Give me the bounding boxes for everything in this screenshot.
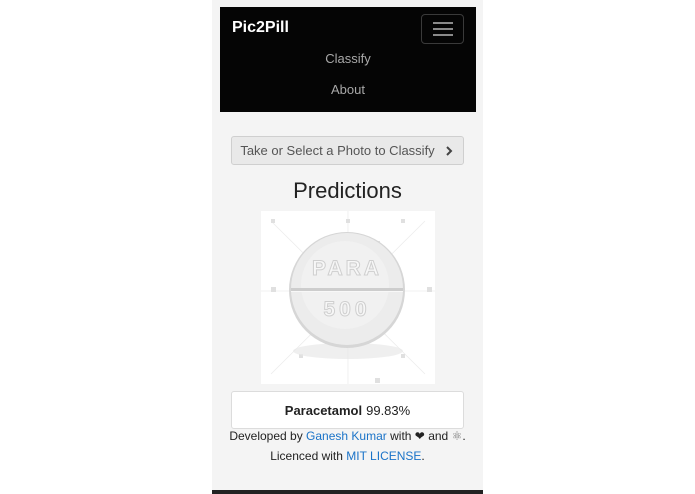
footer-and: and [428,429,449,443]
pill-photo: PARA 500 [261,211,435,384]
footer-license: Licenced with MIT LICENSE. [212,449,483,463]
prediction-result: Paracetamol 99.83% [231,391,464,429]
react-icon: ⚛ [451,429,463,443]
hamburger-icon-bar [432,28,453,30]
footer-credits: Developed by Ganesh Kumar with ❤ and ⚛. [212,429,483,443]
heart-icon: ❤ [414,429,425,443]
navbar-brand[interactable]: Pic2Pill [232,19,289,37]
author-link[interactable]: Ganesh Kumar [306,429,387,443]
bottom-bar [212,490,483,494]
prediction-confidence: 99.83% [366,402,411,418]
predictions-heading: Predictions [293,178,402,203]
footer-with: with [390,429,412,443]
hamburger-icon-bar [432,34,453,36]
pill-imprint-top: PARA [312,257,382,280]
hamburger-icon-bar [432,22,453,24]
app-page: Pic2Pill Classify About Take or Select a… [212,0,483,494]
license-link[interactable]: MIT LICENSE [346,449,421,463]
select-photo-label: Take or Select a Photo to Classify [240,143,435,158]
select-photo-button[interactable]: Take or Select a Photo to Classify [231,136,464,165]
footer-period: . [462,429,466,443]
hamburger-menu-button[interactable] [421,14,464,44]
footer-license-period: . [421,449,425,463]
nav-link-about[interactable]: About [220,82,476,97]
navbar: Pic2Pill Classify About [220,7,476,112]
pill-imprint-bottom: 500 [323,298,370,321]
nav-link-classify[interactable]: Classify [220,51,476,66]
prediction-label: Paracetamol [284,402,363,418]
chevron-right-icon [445,145,453,156]
footer-licenced-with: Licenced with [270,449,343,463]
footer-developed-by: Developed by [229,429,303,443]
